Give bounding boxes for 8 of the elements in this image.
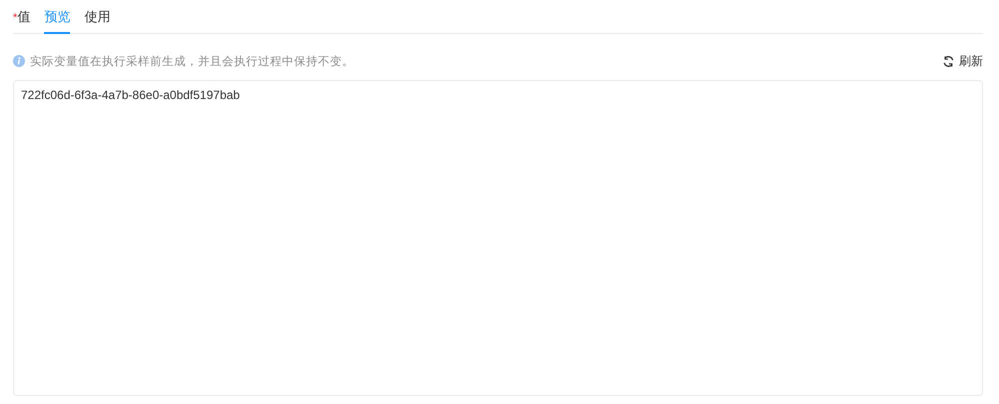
refresh-button[interactable]: 刷新: [942, 52, 983, 70]
tab[interactable]: *值: [13, 0, 30, 34]
preview-area[interactable]: 722fc06d-6f3a-4a7b-86e0-a0bdf5197bab: [13, 80, 983, 396]
preview-value: 722fc06d-6f3a-4a7b-86e0-a0bdf5197bab: [21, 88, 240, 102]
info-icon: [13, 55, 25, 67]
info-text: 实际变量值在执行采样前生成，并且会执行过程中保持不变。: [30, 54, 354, 68]
tab[interactable]: 使用: [84, 0, 110, 34]
refresh-icon: [942, 54, 955, 68]
